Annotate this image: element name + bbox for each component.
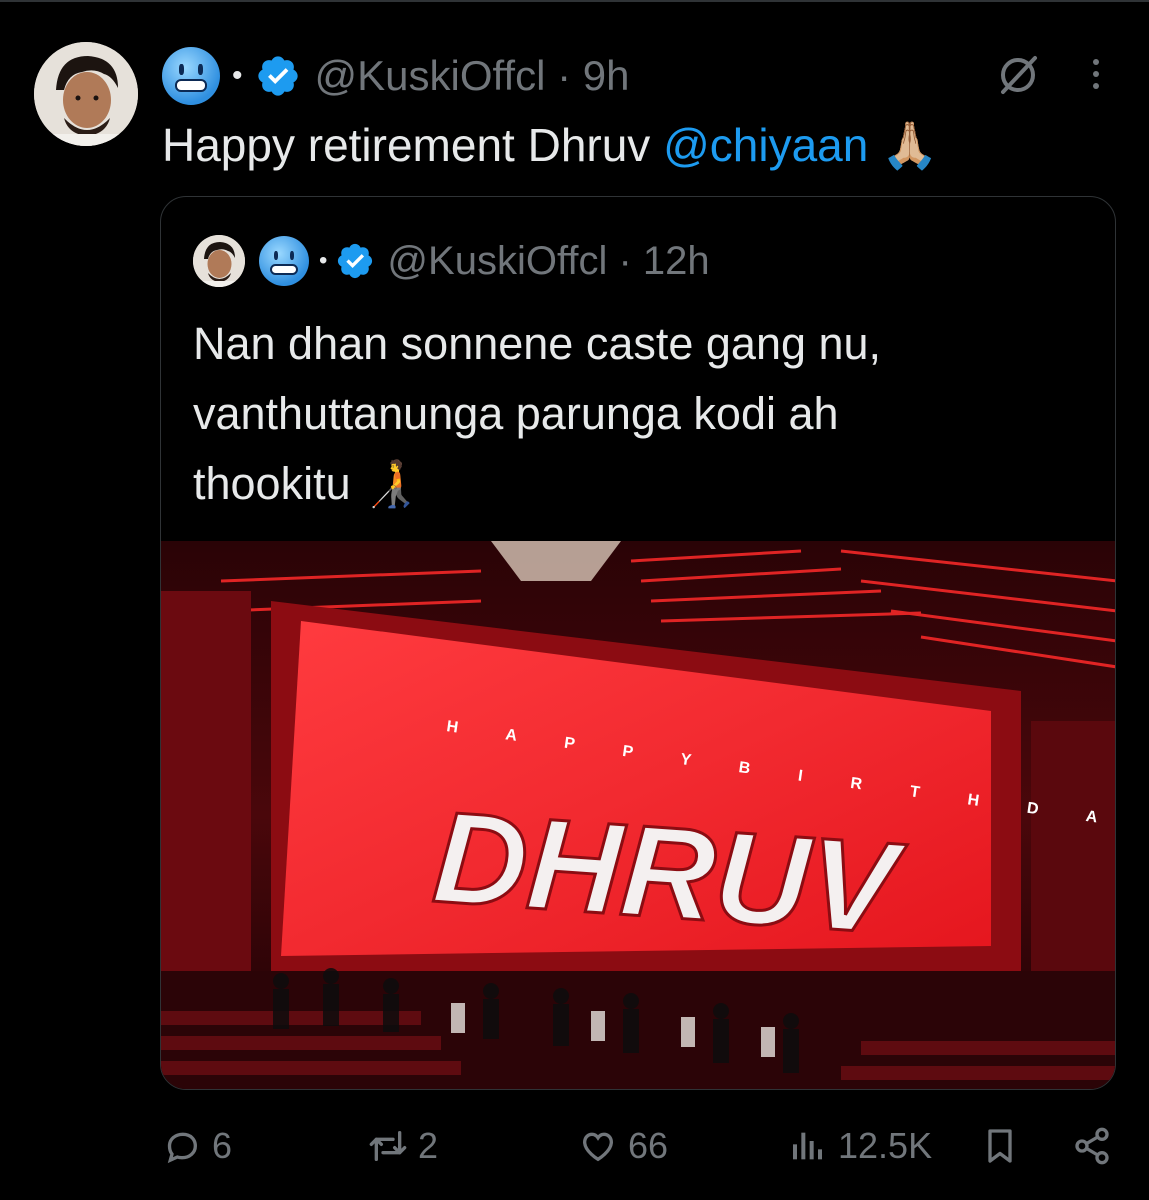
like-count: 66 [628,1125,669,1166]
share-icon [1075,1127,1109,1165]
tweet-time: 9h [582,52,630,99]
folded-hands-emoji: 🙏🏼 [881,119,939,171]
name-separator: • [232,59,243,92]
quoted-avatar [193,235,245,287]
repost-icon [369,1131,407,1161]
grok-icon[interactable] [995,52,1041,98]
name-separator: • [319,247,328,274]
repost-count: 2 [418,1125,439,1166]
bookmark-icon [988,1129,1012,1163]
mention-link[interactable]: @chiyaan [663,119,868,171]
share-button[interactable] [1072,1118,1122,1174]
bookmark-button[interactable] [980,1118,1030,1174]
reply-button[interactable]: 6 [162,1118,232,1174]
more-icon[interactable] [1084,54,1108,94]
quoted-tweet-header: • @KuskiOffcl · 12h [193,235,710,287]
quoted-text-line: Nan dhan sonnene caste gang nu, [193,318,882,369]
quoted-text-line: vanthuttanunga parunga kodi ah [193,388,839,439]
avatar[interactable] [34,42,138,146]
like-icon [582,1132,614,1162]
quoted-tweet-text: Nan dhan sonnene caste gang nu, vanthutt… [193,309,1073,519]
tweet-actions: 6 2 66 12.5K [0,1118,1149,1174]
top-divider [0,0,1149,2]
quoted-user-handle[interactable]: @KuskiOffcl · 12h [387,239,709,284]
views-icon [793,1132,822,1160]
repost-button[interactable]: 2 [368,1118,438,1174]
cold-face-emoji-icon [259,236,309,286]
tweet-text: Happy retirement Dhruv @chiyaan 🙏🏼 [162,119,939,171]
reply-count: 6 [212,1125,233,1166]
cold-face-emoji-icon [162,47,220,105]
like-button[interactable]: 66 [578,1118,668,1174]
user-handle[interactable]: @KuskiOffcl · 9h [315,52,630,100]
quoted-tweet-time: 12h [642,238,710,283]
views-count: 12.5K [838,1125,933,1166]
quoted-tweet[interactable]: • @KuskiOffcl · 12h Nan dhan sonnene cas… [160,196,1116,1090]
reply-icon [167,1132,198,1164]
quoted-media-image[interactable]: H A P P Y B I R T H D A Y DHRUV [161,541,1116,1090]
verified-badge-icon [338,243,373,279]
views-button[interactable]: 12.5K [788,1118,932,1174]
quoted-text-line: thookitu 🧑‍🦯 [193,458,420,509]
tweet-header: • @KuskiOffcl · 9h [162,47,630,105]
verified-badge-icon [257,56,298,96]
